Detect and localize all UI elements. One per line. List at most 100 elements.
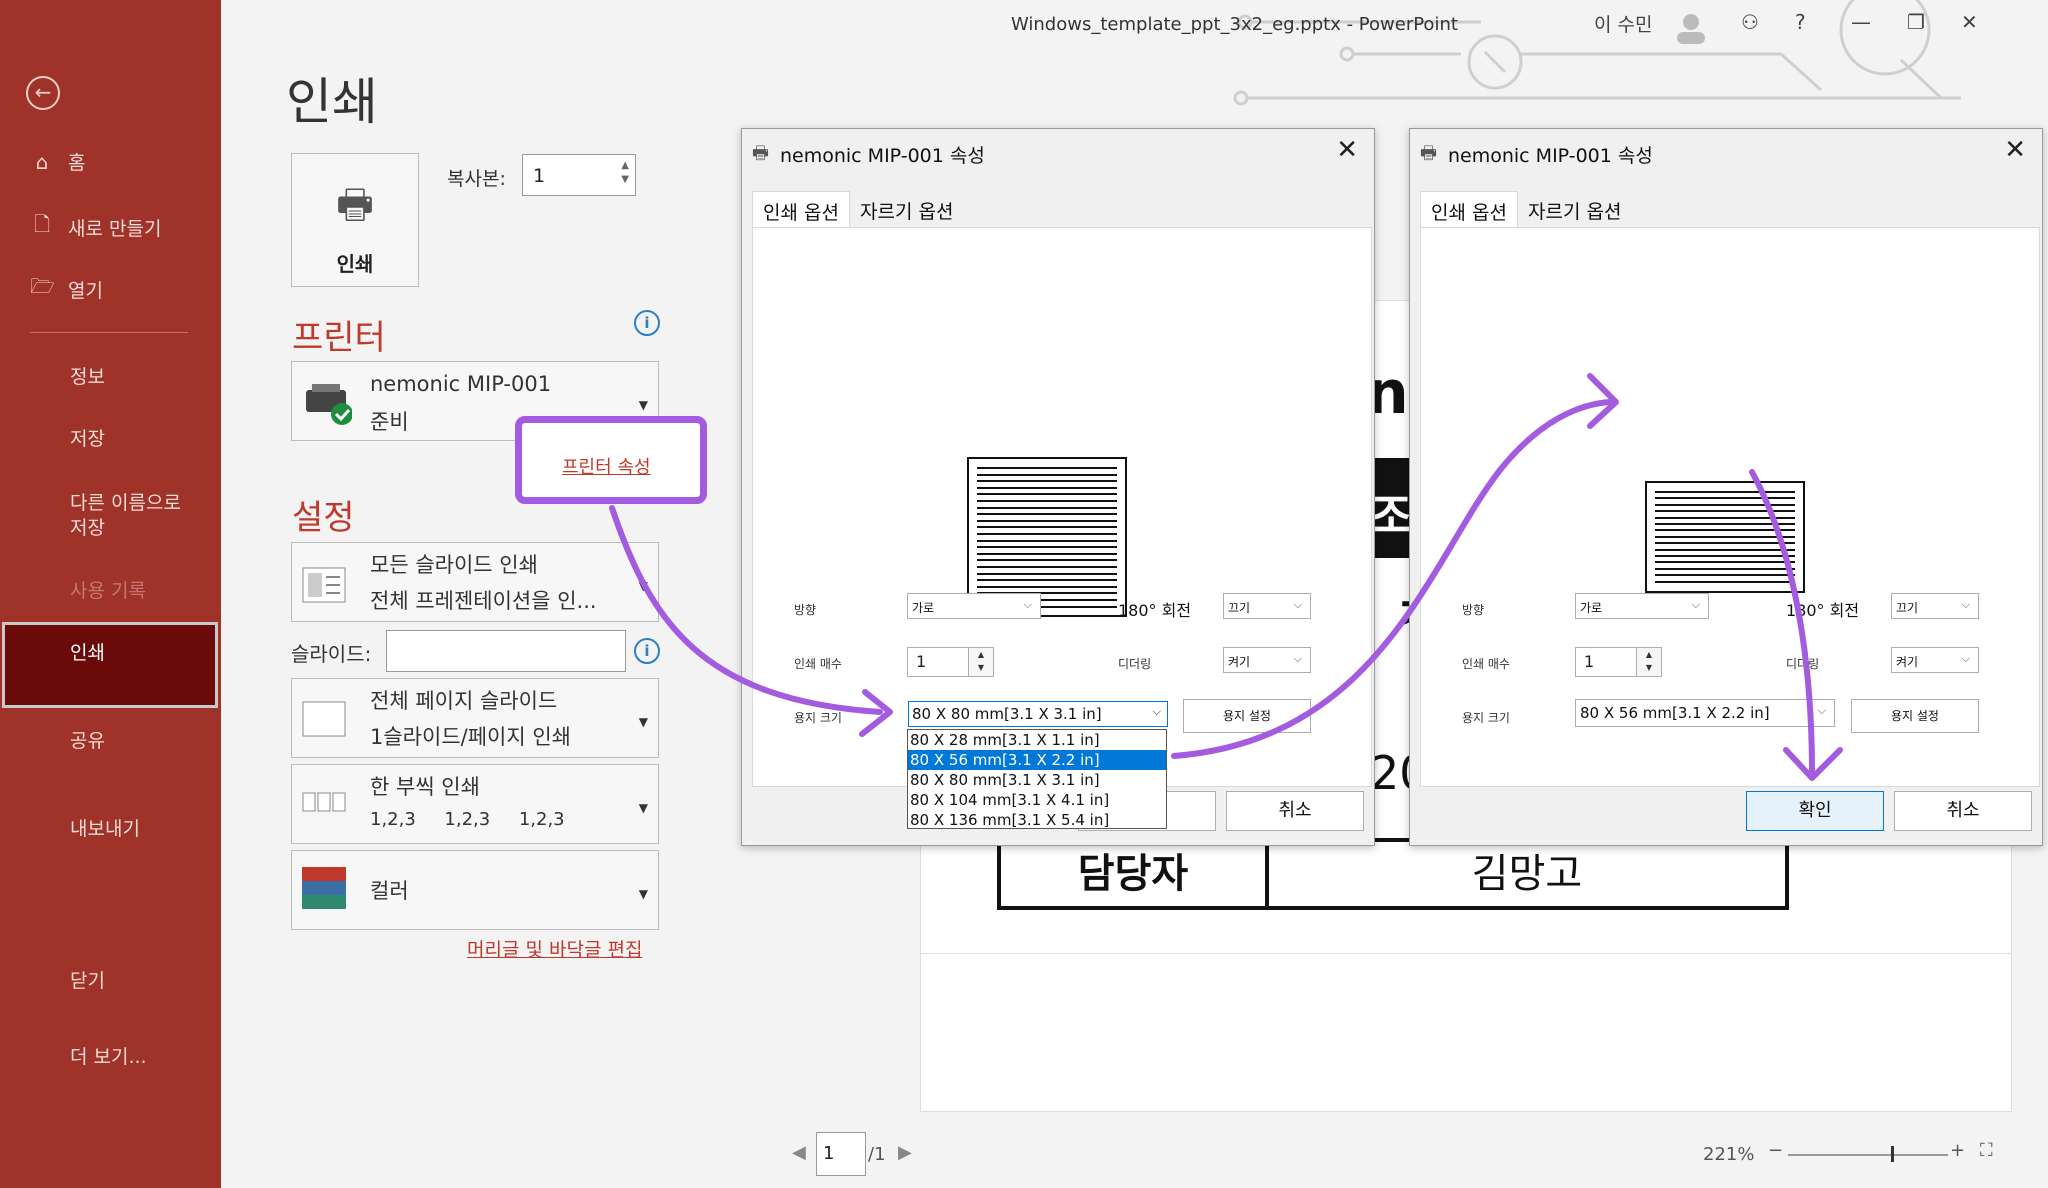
sidebar-item-label: 홈 <box>68 152 86 174</box>
paper-line <box>1655 542 1795 545</box>
close-window-icon[interactable]: ✕ <box>1961 10 1978 34</box>
paper-line <box>977 546 1117 549</box>
chevron-down-icon: ▼ <box>638 801 648 815</box>
header-footer-link[interactable]: 머리글 및 바닥글 편집 <box>467 935 642 962</box>
avatar[interactable] <box>1673 10 1709 49</box>
page-title: 인쇄 <box>286 73 378 131</box>
chevron-down-icon: ⌵ <box>1961 652 1970 665</box>
printer-name: nemonic MIP-001 <box>370 372 552 396</box>
paper-option[interactable]: 80 X 104 mm[3.1 X 4.1 in] <box>908 790 1166 810</box>
cancel-button[interactable]: 취소 <box>1894 791 2032 831</box>
info-icon[interactable]: i <box>634 638 660 664</box>
chevron-down-icon: ⌵ <box>1293 598 1302 611</box>
stepper-arrows-icon[interactable]: ▲ ▼ <box>621 159 629 187</box>
sidebar-item-info[interactable]: 정보 <box>70 362 105 389</box>
close-icon[interactable]: ✕ <box>2004 135 2026 165</box>
copies-label: 복사본: <box>447 168 506 190</box>
sidebar-item-home[interactable]: ⌂ 홈 <box>30 148 86 175</box>
orientation-select[interactable]: 가로 ⌵ <box>1575 593 1709 619</box>
copies-value: 1 <box>533 165 546 187</box>
orientation-select[interactable]: 가로 ⌵ <box>907 593 1041 619</box>
zoom-slider-thumb[interactable] <box>1891 1146 1894 1162</box>
sidebar-item-save-as[interactable]: 다른 이름으로 <box>70 488 181 515</box>
paper-line <box>977 559 1117 562</box>
printer-properties-link[interactable]: 프린터 속성 <box>562 453 651 479</box>
slides-range-dropdown[interactable]: 모든 슬라이드 인쇄 전체 프레젠테이션을 인... ▼ <box>291 542 659 622</box>
info-icon[interactable]: i <box>634 310 660 336</box>
close-icon[interactable]: ✕ <box>1336 135 1358 165</box>
layout-dropdown[interactable]: 전체 페이지 슬라이드 1슬라이드/페이지 인쇄 ▼ <box>291 678 659 758</box>
rotate-select[interactable]: 끄기 ⌵ <box>1891 593 1979 619</box>
sidebar-item-more[interactable]: 더 보기... <box>70 1042 147 1069</box>
page-number-input[interactable]: 1 <box>816 1132 866 1176</box>
cancel-button[interactable]: 취소 <box>1226 791 1364 831</box>
color-dropdown[interactable]: 컬러 ▼ <box>291 850 659 930</box>
sidebar-item-print[interactable]: 인쇄 <box>70 638 105 665</box>
dither-select[interactable]: 켜기 ⌵ <box>1891 647 1979 673</box>
backstage-sidebar: ← ⌂ 홈 🗋 새로 만들기 🗁 열기 정보 저장 다른 이름으로 저장 사용 … <box>0 0 221 1188</box>
sidebar-item-print-active[interactable] <box>2 622 218 708</box>
zoom-out-icon[interactable]: − <box>1768 1140 1783 1161</box>
minimize-icon[interactable]: — <box>1851 10 1871 34</box>
restore-icon[interactable]: ❐ <box>1907 10 1925 34</box>
paper-option[interactable]: 80 X 28 mm[3.1 X 1.1 in] <box>908 730 1166 750</box>
sidebar-item-export[interactable]: 내보내기 <box>70 814 140 841</box>
prev-page-icon[interactable]: ◀ <box>792 1142 806 1163</box>
copies-input[interactable]: 1 <box>907 647 969 677</box>
tab-print-options[interactable]: 인쇄 옵션 <box>1420 191 1518 227</box>
copies-spinner[interactable]: ▲ ▼ <box>1636 647 1662 677</box>
copies-input[interactable]: 1 <box>1575 647 1637 677</box>
collate-label: 한 부씩 인쇄 <box>370 775 480 799</box>
print-button[interactable]: 🖶 인쇄 <box>291 153 419 287</box>
sidebar-item-new[interactable]: 🗋 새로 만들기 <box>30 210 162 244</box>
zoom-in-icon[interactable]: + <box>1950 1140 1965 1161</box>
rotate-select[interactable]: 끄기 ⌵ <box>1223 593 1311 619</box>
paper-option[interactable]: 80 X 80 mm[3.1 X 3.1 in] <box>908 770 1166 790</box>
collate-dropdown[interactable]: 한 부씩 인쇄 1,2,3 1,2,3 1,2,3 ▼ <box>291 764 659 844</box>
window-titlebar: Windows_template_ppt_3x2_eg.pptx - Power… <box>221 0 2048 106</box>
zoom-slider[interactable] <box>1788 1154 1948 1156</box>
printer-properties-callout[interactable]: 프린터 속성 <box>515 416 707 504</box>
paper-line <box>977 579 1117 582</box>
sidebar-item-open[interactable]: 🗁 열기 <box>30 272 103 306</box>
paper-option-selected[interactable]: 80 X 56 mm[3.1 X 2.2 in] <box>908 750 1166 770</box>
fit-page-icon[interactable]: ⛶ <box>1980 1140 1993 1161</box>
copies-value: 1 <box>916 652 927 671</box>
sidebar-item-save-as-line2[interactable]: 저장 <box>70 513 105 540</box>
paper-setup-button[interactable]: 용지 설정 <box>1183 699 1311 733</box>
paper-line <box>977 500 1117 502</box>
account-name[interactable]: 이 수민 <box>1594 10 1652 37</box>
sidebar-item-share[interactable]: 공유 <box>70 726 105 753</box>
color-label: 컬러 <box>370 879 409 903</box>
back-arrow-icon[interactable]: ← <box>26 76 60 110</box>
sidebar-item-close[interactable]: 닫기 <box>70 966 105 993</box>
tab-print-options[interactable]: 인쇄 옵션 <box>752 191 850 227</box>
paper-setup-button[interactable]: 용지 설정 <box>1851 699 1979 733</box>
copies-spinner[interactable]: ▲ ▼ <box>968 647 994 677</box>
sidebar-item-save[interactable]: 저장 <box>70 424 105 451</box>
dither-select[interactable]: 켜기 ⌵ <box>1223 647 1311 673</box>
home-icon: ⌂ <box>35 149 49 174</box>
paper-size-label: 용지 크기 <box>1462 711 1510 725</box>
preview-table: 담당자 김망고 <box>997 838 1789 910</box>
paper-option[interactable]: 80 X 136 mm[3.1 X 5.4 in] <box>908 810 1166 830</box>
tab-cut-options[interactable]: 자르기 옵션 <box>850 191 963 227</box>
tab-cut-options[interactable]: 자르기 옵션 <box>1518 191 1631 227</box>
dither-label: 디더링 <box>1118 657 1152 671</box>
copies-stepper[interactable]: 1 ▲ ▼ <box>522 154 636 196</box>
next-page-icon[interactable]: ▶ <box>898 1142 912 1163</box>
paper-size-listbox[interactable]: 80 X 28 mm[3.1 X 1.1 in] 80 X 56 mm[3.1 … <box>907 729 1167 829</box>
paper-line <box>977 486 1117 489</box>
paper-line <box>977 473 1117 476</box>
coauthor-icon[interactable]: ⚇ <box>1741 10 1759 34</box>
sidebar-item-label: 공유 <box>70 730 105 752</box>
paper-line <box>977 585 1117 588</box>
chevron-down-icon: ▼ <box>638 715 648 729</box>
slides-input[interactable] <box>386 630 626 672</box>
paper-size-select[interactable]: 80 X 56 mm[3.1 X 2.2 in] ⌵ <box>1575 699 1835 727</box>
help-icon[interactable]: ? <box>1795 10 1806 34</box>
ok-button[interactable]: 확인 <box>1746 791 1884 831</box>
sidebar-item-label: 닫기 <box>70 970 105 992</box>
paper-size-select[interactable]: 80 X 80 mm[3.1 X 3.1 in] ⌵ <box>908 701 1168 727</box>
dither-label: 디더링 <box>1786 657 1820 671</box>
